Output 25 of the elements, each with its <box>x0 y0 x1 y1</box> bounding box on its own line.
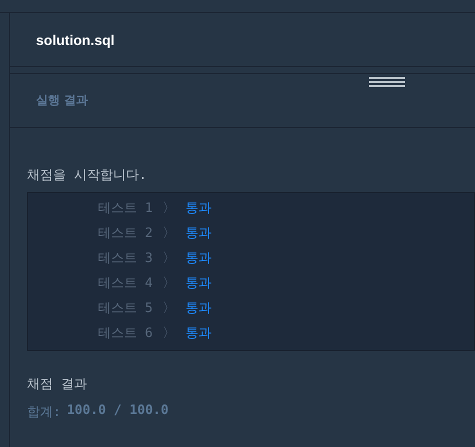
test-label: 테스트 2 <box>98 224 153 242</box>
test-label: 테스트 3 <box>98 250 153 266</box>
file-name: solution.sql <box>36 32 115 48</box>
test-result: 통과 <box>186 274 212 292</box>
test-label: 테스트 1 <box>98 200 153 216</box>
chevron-glyph: 〉 <box>162 224 176 242</box>
test-result: 통과 <box>186 250 212 266</box>
test-label: 테스트 4 <box>98 274 153 292</box>
test-label: 테스트 5 <box>98 300 153 316</box>
total-label: 합계: <box>27 404 61 421</box>
chevron-glyph: 〉 <box>162 200 176 216</box>
panel-title: 실행 결과 <box>36 92 88 109</box>
chevron-glyph: 〉 <box>162 300 176 316</box>
chevron-glyph: 〉 <box>162 250 176 266</box>
drag-handle-icon[interactable] <box>369 77 405 87</box>
summary-title: 채점 결과 <box>27 376 88 393</box>
test-result: 통과 <box>186 324 212 342</box>
test-result: 통과 <box>186 300 212 316</box>
intro-text: 채점을 시작합니다. <box>27 167 148 184</box>
chevron-glyph: 〉 <box>162 274 176 292</box>
test-label: 테스트 6 <box>98 324 153 342</box>
chevron-glyph: 〉 <box>162 324 176 342</box>
total-score: 100.0 / 100.0 <box>66 403 169 420</box>
test-result: 통과 <box>186 224 212 242</box>
test-result: 통과 <box>186 200 212 216</box>
